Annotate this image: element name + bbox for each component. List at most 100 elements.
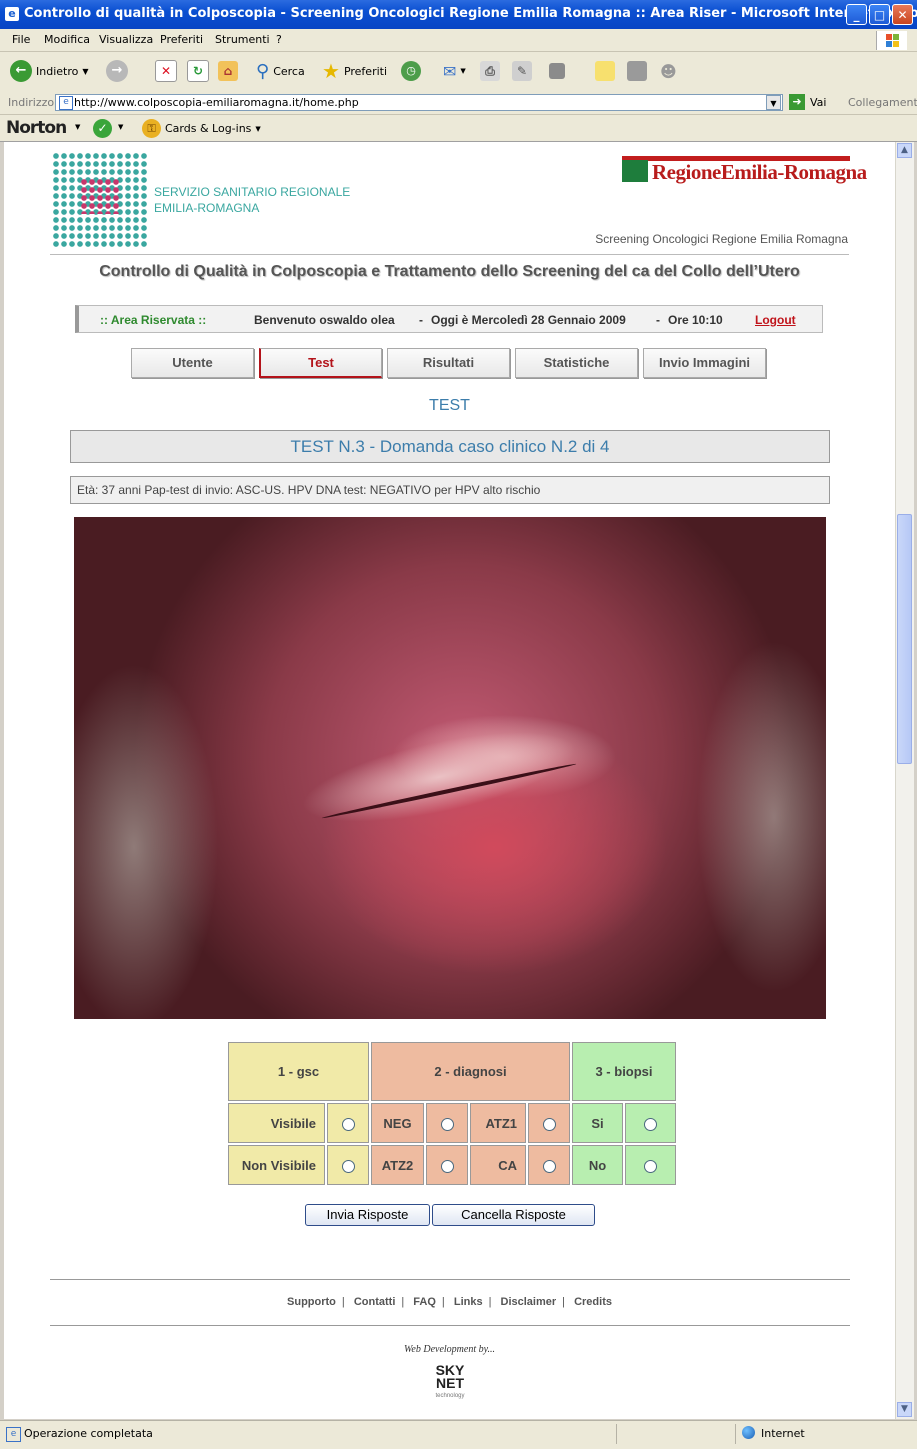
go-arrow-icon: ➜ <box>789 94 805 110</box>
notes-button[interactable] <box>595 58 615 84</box>
scroll-down-icon[interactable]: ▼ <box>897 1402 912 1417</box>
history-button[interactable]: ◷ <box>401 58 421 84</box>
option-atz1-label: ATZ1 <box>470 1103 526 1143</box>
header-gsc: 1 - gsc <box>228 1042 369 1101</box>
lock-icon: ⚿ <box>142 119 161 138</box>
home-icon: ⌂ <box>218 61 238 81</box>
tab-invio-immagini[interactable]: Invio Immagini <box>643 348 766 378</box>
home-button[interactable]: ⌂ <box>218 58 238 84</box>
footer-divider-bottom <box>50 1325 850 1326</box>
tab-test[interactable]: Test <box>259 348 382 378</box>
option-visibile-label: Visibile <box>228 1103 325 1143</box>
window-titlebar: e Controllo di qualità in Colposcopia - … <box>0 0 917 29</box>
minimize-button[interactable]: _ <box>846 4 867 25</box>
option-ca-cell <box>528 1145 570 1185</box>
favorites-button[interactable]: ★ Preferiti <box>322 58 387 84</box>
site-subtitle: Screening Oncologici Regione Emilia Roma… <box>595 232 848 246</box>
footer-link-credits[interactable]: Credits <box>574 1296 612 1308</box>
discuss-button[interactable] <box>549 58 565 84</box>
ssr-logo-text: SERVIZIO SANITARIO REGIONALE EMILIA-ROMA… <box>154 184 350 216</box>
refresh-button[interactable]: ↻ <box>187 58 209 84</box>
menu-modifica[interactable]: Modifica <box>44 33 90 46</box>
stop-icon: ✕ <box>155 60 177 82</box>
radio-visibile[interactable] <box>341 1117 355 1131</box>
mail-button[interactable]: ✉ ▼ <box>443 58 466 84</box>
option-si-label: Si <box>572 1103 623 1143</box>
cards-label: Cards & Log-ins <box>165 122 252 135</box>
research-icon <box>627 61 647 81</box>
test-question-title: TEST N.3 - Domanda caso clinico N.2 di 4 <box>70 430 830 463</box>
menu-help[interactable]: ? <box>276 33 282 46</box>
scroll-up-icon[interactable]: ▲ <box>897 143 912 158</box>
forward-arrow-icon: → <box>106 60 128 82</box>
check-dropdown-icon[interactable]: ▼ <box>118 123 123 131</box>
address-input[interactable]: e http://www.colposcopia-emiliaromagna.i… <box>55 94 783 111</box>
radio-neg[interactable] <box>440 1117 454 1131</box>
option-non-visibile-label: Non Visibile <box>228 1145 325 1185</box>
rer-flag-icon <box>622 160 648 182</box>
vertical-scrollbar[interactable]: ▲ ▼ <box>895 142 914 1419</box>
option-non-visibile-cell <box>327 1145 369 1185</box>
page-content: SERVIZIO SANITARIO REGIONALE EMILIA-ROMA… <box>4 142 895 1419</box>
footer-link-links[interactable]: Links <box>454 1296 483 1308</box>
skynet-logo-net: NET <box>436 1375 464 1391</box>
stop-button[interactable]: ✕ <box>155 58 177 84</box>
search-button[interactable]: ⚲ Cerca <box>256 58 305 84</box>
reset-answers-button[interactable]: Cancella Risposte <box>432 1204 595 1226</box>
option-no-label: No <box>572 1145 623 1185</box>
maximize-button[interactable]: □ <box>869 4 890 25</box>
time-text: Ore 10:10 <box>668 313 723 327</box>
skynet-logo[interactable]: SKY NET technology <box>420 1363 480 1406</box>
radio-ca[interactable] <box>542 1159 556 1173</box>
edit-icon: ✎ <box>512 61 532 81</box>
header-divider <box>50 254 849 255</box>
norton-logo[interactable]: Norton <box>6 118 67 138</box>
cards-logins-button[interactable]: ⚿ Cards & Log-ins ▼ <box>142 119 261 138</box>
radio-no[interactable] <box>644 1159 657 1173</box>
scroll-thumb[interactable] <box>897 514 912 764</box>
norton-dropdown-icon[interactable]: ▼ <box>75 123 80 131</box>
footer-link-contatti[interactable]: Contatti <box>354 1296 396 1308</box>
menu-file[interactable]: File <box>12 33 30 46</box>
note-icon <box>595 61 615 81</box>
refresh-icon: ↻ <box>187 60 209 82</box>
footer-link-faq[interactable]: FAQ <box>413 1296 436 1308</box>
tab-risultati[interactable]: Risultati <box>387 348 510 378</box>
page-icon: e <box>59 96 73 110</box>
messenger-icon: ☻ <box>660 61 677 81</box>
edit-button[interactable]: ✎ <box>512 58 532 84</box>
footer-link-disclaimer[interactable]: Disclaimer <box>501 1296 557 1308</box>
option-neg-cell <box>426 1103 468 1143</box>
footer-link-supporto[interactable]: Supporto <box>287 1296 336 1308</box>
forward-button[interactable]: → <box>106 58 128 84</box>
menu-preferiti[interactable]: Preferiti <box>160 33 203 46</box>
search-label: Cerca <box>273 64 305 78</box>
menu-visualizza[interactable]: Visualizza <box>99 33 153 46</box>
messenger-button[interactable]: ☻ <box>660 58 677 84</box>
radio-non-visibile[interactable] <box>341 1159 355 1173</box>
radio-atz2[interactable] <box>440 1159 454 1173</box>
ie-icon: e <box>5 7 19 21</box>
links-label[interactable]: Collegamenti <box>848 96 917 109</box>
footer-separator: | <box>441 1296 445 1308</box>
menu-strumenti[interactable]: Strumenti <box>215 33 270 46</box>
lesion-area <box>294 713 584 841</box>
logout-link[interactable]: Logout <box>755 313 796 327</box>
radio-atz1[interactable] <box>542 1117 556 1131</box>
radio-si[interactable] <box>644 1117 657 1131</box>
submit-answers-button[interactable]: Invia Risposte <box>305 1204 430 1226</box>
print-button[interactable]: ⎙ <box>480 58 500 84</box>
status-divider <box>735 1424 736 1444</box>
tab-statistiche[interactable]: Statistiche <box>515 348 638 378</box>
windows-logo-icon <box>876 31 907 50</box>
research-button[interactable] <box>627 58 647 84</box>
go-button[interactable]: ➜ Vai <box>789 94 826 110</box>
address-dropdown-icon[interactable]: ▼ <box>766 95 781 110</box>
norton-check-icon[interactable]: ✓ <box>93 119 112 138</box>
zone-text: Internet <box>761 1427 805 1440</box>
back-button[interactable]: ← Indietro ▼ <box>10 58 89 84</box>
tab-utente[interactable]: Utente <box>131 348 254 378</box>
star-icon: ★ <box>322 59 340 83</box>
norton-toolbar: Norton ▼ ✓ ▼ ⚿ Cards & Log-ins ▼ <box>0 115 917 142</box>
close-button[interactable]: ✕ <box>892 4 913 25</box>
